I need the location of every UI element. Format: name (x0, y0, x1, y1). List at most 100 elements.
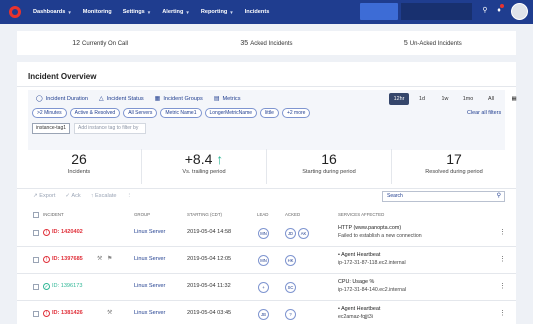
acked-avatar[interactable]: SC (285, 282, 296, 293)
column-header[interactable]: Lead (257, 212, 268, 217)
row-menu-icon[interactable]: ⋮ (499, 228, 506, 236)
tab-incident-groups[interactable]: ▦ Incident Groups (155, 95, 203, 103)
export-button[interactable]: ↗ Export (33, 193, 55, 199)
service-title: HTTP (www.panopta.com) (338, 225, 402, 231)
divider (17, 188, 516, 189)
metric-starting: 16 Starting during period (267, 149, 392, 184)
service-detail: ip-172-31-87-118.ec2.internal (338, 260, 406, 266)
metric-value: 17 (446, 151, 462, 167)
add-lead-button[interactable]: + (258, 282, 269, 293)
nav-item-reporting[interactable]: Reporting ▼ (201, 9, 234, 15)
incident-id[interactable]: ID: 1397685 (52, 256, 83, 262)
row-checkbox[interactable] (33, 311, 39, 317)
nav-item-alerting[interactable]: Alerting ▼ (162, 9, 190, 15)
range-12hr[interactable]: 12hr (389, 93, 409, 105)
row-menu-icon[interactable]: ⋮ (499, 309, 506, 317)
nav-item-dashboards[interactable]: Dashboards ▼ (33, 9, 72, 15)
row-checkbox[interactable] (33, 257, 39, 263)
tab-metrics[interactable]: ▤ Metrics (214, 95, 241, 103)
row-checkbox[interactable] (33, 230, 39, 236)
tab-label: Incident Duration (45, 95, 89, 102)
filter-chip[interactable]: little (260, 108, 279, 118)
metric-label: Resolved during period (425, 169, 483, 175)
table-row[interactable]: ! ID: 1397685 ⚒ ⚑ Linux Server 2019-05-0… (17, 248, 516, 274)
search-input[interactable]: Search ⚲ (382, 191, 505, 202)
column-header[interactable]: Group (134, 212, 150, 217)
range-1d[interactable]: 1d (412, 93, 432, 105)
filter-chip[interactable]: Active & Resolved (69, 108, 121, 118)
logo[interactable] (9, 6, 21, 18)
filter-chip[interactable]: >2 Minutes (32, 108, 67, 118)
table-row[interactable]: ✓ ID: 1396173 Linux Server 2019-05-04 11… (17, 275, 516, 301)
flag-icon: ⚑ (107, 256, 113, 262)
stat-acked[interactable]: 35 Acked Incidents (183, 40, 349, 47)
more-filters-chip[interactable]: +2 more (281, 108, 311, 118)
error-status-icon: ! (43, 229, 50, 236)
escalate-button[interactable]: ↑ Escalate (91, 193, 117, 199)
table-row[interactable]: ! ID: 1420402 Linux Server 2019-05-04 14… (17, 221, 516, 247)
filter-chip[interactable]: All Servers (123, 108, 158, 118)
service-title: • Agent Heartbeat (338, 252, 381, 258)
export-label: Export (39, 193, 56, 199)
filter-chip[interactable]: Metric Name1 (160, 108, 202, 118)
search-icon[interactable]: ⚲ (480, 6, 490, 16)
instance-tag-chip[interactable]: instance-tag1 (32, 123, 71, 134)
incident-id[interactable]: ID: 1420402 (52, 229, 83, 235)
column-header[interactable]: Services Affected (338, 212, 384, 217)
nav-label: Settings (122, 9, 145, 15)
row-checkbox[interactable] (33, 284, 39, 290)
service-title: • Agent Heartbeat (338, 306, 381, 312)
tab-incident-status[interactable]: △ Incident Status (99, 95, 144, 103)
instance-tag-input[interactable]: Add instance tag to filter by (74, 123, 146, 134)
wrench-icon: ⚒ (107, 310, 113, 316)
tab-label: Incident Groups (163, 95, 203, 102)
range-1mo[interactable]: 1mo (458, 93, 478, 105)
range-all[interactable]: All (481, 93, 501, 105)
acked-avatar[interactable]: JD (285, 228, 296, 239)
row-menu-icon[interactable]: ⋮ (499, 255, 506, 263)
tab-label: Incident Status (106, 95, 144, 102)
user-avatar[interactable] (511, 3, 528, 20)
table-row[interactable]: ! ID: 1381426 ⚒ Linux Server 2019-05-04 … (17, 302, 516, 324)
acked-avatar[interactable]: AK (298, 228, 309, 239)
more-actions-button[interactable]: ⋮ (127, 193, 133, 199)
tab-incident-duration[interactable]: ◯ Incident Duration (36, 95, 89, 103)
incident-group[interactable]: Linux Server (134, 283, 165, 289)
column-header[interactable]: Incident (43, 212, 64, 217)
stat-label: Currently On Call (82, 40, 129, 47)
nav-action-button[interactable] (360, 3, 398, 20)
warning-icon: △ (99, 96, 104, 102)
metric-trailing: +8.4 ↑ Vs. trailing period (142, 149, 267, 184)
incident-group[interactable]: Linux Server (134, 256, 165, 262)
stat-on-call[interactable]: 12 Currently On Call (17, 40, 183, 47)
row-menu-icon[interactable]: ⋮ (499, 282, 506, 290)
clear-filters-link[interactable]: Clear all filters (467, 110, 501, 116)
acked-avatar[interactable]: HK (285, 255, 296, 266)
lead-avatar[interactable]: MN (258, 228, 269, 239)
column-header[interactable]: Starting (CDT) (187, 212, 222, 217)
nav-search-area[interactable] (401, 3, 472, 20)
metric-value: 26 (71, 151, 87, 167)
column-header[interactable]: Acked (285, 212, 300, 217)
incident-id[interactable]: ID: 1396173 (52, 283, 82, 289)
service-title: CPU: Usage % (338, 279, 375, 285)
nav-item-settings[interactable]: Settings ▼ (123, 9, 152, 15)
nav-item-monitoring[interactable]: Monitoring (83, 9, 112, 15)
incident-group[interactable]: Linux Server (134, 310, 165, 316)
calendar-icon[interactable]: ▦ (504, 93, 524, 105)
range-1w[interactable]: 1w (435, 93, 455, 105)
metric-incidents: 26 Incidents (17, 149, 142, 184)
shield-icon: ◯ (36, 96, 43, 102)
lead-avatar[interactable]: JB (258, 309, 269, 320)
stat-unacked[interactable]: 5 Un-Acked Incidents (350, 40, 516, 47)
nav-label: Monitoring (82, 9, 112, 15)
incident-group[interactable]: Linux Server (134, 229, 165, 235)
acked-avatar[interactable]: ? (285, 309, 296, 320)
select-all-checkbox[interactable] (33, 212, 39, 218)
ack-button[interactable]: ✓ Ack (65, 193, 80, 199)
incident-id[interactable]: ID: 1381426 (52, 310, 83, 316)
nav-item-incidents[interactable]: Incidents (245, 9, 270, 15)
tab-label: Metrics (222, 95, 241, 102)
filter-chip[interactable]: LongerMetricName (204, 108, 258, 118)
lead-avatar[interactable]: MN (258, 255, 269, 266)
